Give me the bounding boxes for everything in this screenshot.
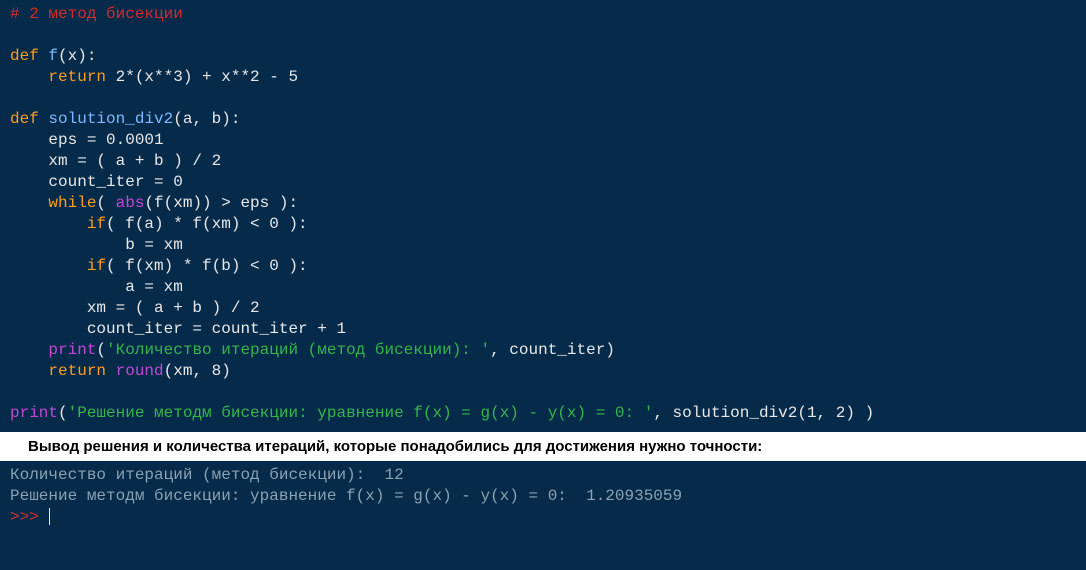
if-cond: ( f(a) * f(xm) < 0 ): bbox=[106, 215, 308, 233]
code-text: ( bbox=[96, 194, 115, 212]
kw-while: while bbox=[48, 194, 96, 212]
output-label-bar: Вывод решения и количества итераций, кот… bbox=[0, 432, 1086, 461]
builtin-abs: abs bbox=[116, 194, 145, 212]
code-line: count_iter = 0 bbox=[10, 173, 183, 191]
func-args-solution: (a, b): bbox=[173, 110, 240, 128]
builtin-print: print bbox=[10, 404, 58, 422]
func-name-solution: solution_div2 bbox=[48, 110, 173, 128]
code-line: eps = 0.0001 bbox=[10, 131, 164, 149]
kw-def: def bbox=[10, 110, 39, 128]
code-text: (f(xm)) > eps ): bbox=[144, 194, 298, 212]
console-prompt: >>> bbox=[10, 508, 48, 526]
paren: ( bbox=[58, 404, 68, 422]
output-label-text: Вывод решения и количества итераций, кот… bbox=[28, 438, 762, 455]
code-line: xm = ( a + b ) / 2 bbox=[10, 152, 221, 170]
kw-if: if bbox=[87, 215, 106, 233]
code-text: , solution_div2(1, 2) ) bbox=[653, 404, 874, 422]
if-cond: ( f(xm) * f(b) < 0 ): bbox=[106, 257, 308, 275]
kw-return: return bbox=[48, 68, 106, 86]
console-line: Решение методм бисекции: уравнение f(x) … bbox=[10, 487, 682, 505]
console-line: Количество итераций (метод бисекции): 12 bbox=[10, 466, 404, 484]
cursor-icon bbox=[49, 508, 50, 525]
code-line: b = xm bbox=[10, 236, 183, 254]
code-comment: # 2 метод бисекции bbox=[10, 5, 183, 23]
func-args-f: (x): bbox=[58, 47, 96, 65]
kw-if: if bbox=[87, 257, 106, 275]
kw-def: def bbox=[10, 47, 39, 65]
builtin-print: print bbox=[48, 341, 96, 359]
code-text: , count_iter) bbox=[490, 341, 615, 359]
string-literal: 'Количество итераций (метод бисекции): ' bbox=[106, 341, 490, 359]
builtin-round: round bbox=[116, 362, 164, 380]
kw-return: return bbox=[48, 362, 106, 380]
string-literal: 'Решение методм бисекции: уравнение f(x)… bbox=[68, 404, 654, 422]
func-name-f: f bbox=[48, 47, 58, 65]
code-text: (xm, 8) bbox=[164, 362, 231, 380]
console-output-pane[interactable]: Количество итераций (метод бисекции): 12… bbox=[0, 461, 1086, 532]
f-body: 2*(x**3) + x**2 - 5 bbox=[106, 68, 298, 86]
code-line: a = xm bbox=[10, 278, 183, 296]
code-editor-pane[interactable]: # 2 метод бисекции def f(x): return 2*(x… bbox=[0, 0, 1086, 432]
code-line: count_iter = count_iter + 1 bbox=[10, 320, 346, 338]
paren: ( bbox=[96, 341, 106, 359]
code-line: xm = ( a + b ) / 2 bbox=[10, 299, 260, 317]
